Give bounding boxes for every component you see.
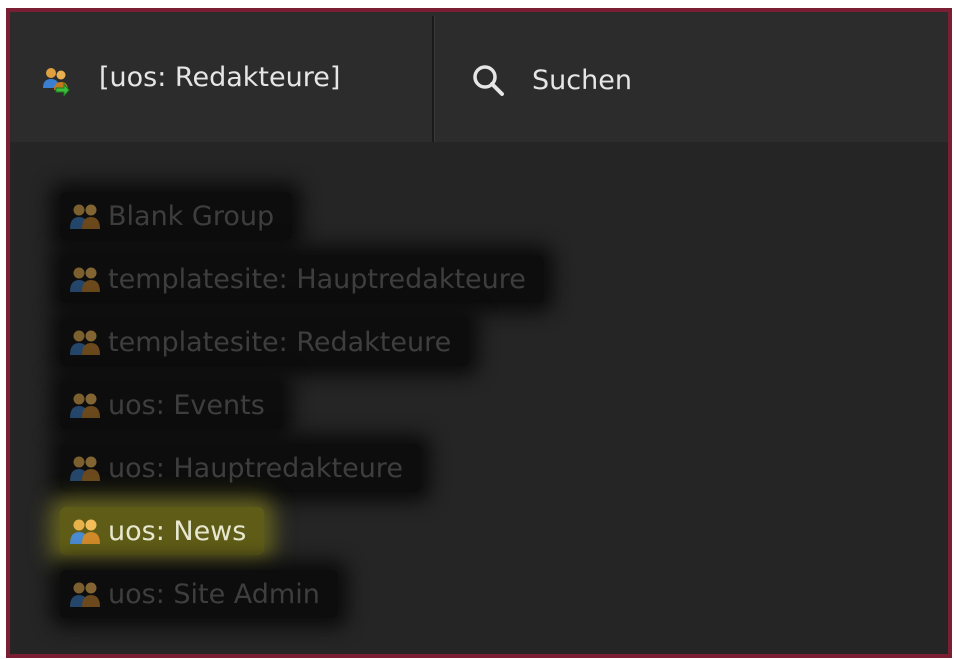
group-icon xyxy=(68,390,102,420)
group-icon xyxy=(68,579,102,609)
group-icon xyxy=(68,516,102,546)
group-switch-icon xyxy=(42,66,70,98)
group-item-templatesite-redakteure[interactable]: templatesite: Redakteure xyxy=(60,318,470,366)
group-item-templatesite-hauptredakteure[interactable]: templatesite: Hauptredakteure xyxy=(60,255,544,303)
group-item-label: uos: Hauptredakteure xyxy=(108,452,403,484)
group-item-label: uos: News xyxy=(108,515,247,547)
group-item-uos-hauptredakteure[interactable]: uos: Hauptredakteure xyxy=(60,444,421,492)
search-icon xyxy=(470,62,506,98)
search-button[interactable]: Suchen xyxy=(470,60,632,100)
group-item-label: Blank Group xyxy=(108,200,275,232)
header-divider xyxy=(432,16,434,142)
group-item-uos-site-admin[interactable]: uos: Site Admin xyxy=(60,570,338,618)
search-label: Suchen xyxy=(532,64,632,96)
group-item-label: templatesite: Hauptredakteure xyxy=(108,263,526,295)
group-item-uos-events[interactable]: uos: Events xyxy=(60,381,283,429)
group-item-label: templatesite: Redakteure xyxy=(108,326,452,358)
group-switch-label: [uos: Redakteure] xyxy=(99,62,341,93)
group-icon xyxy=(68,264,102,294)
group-icon xyxy=(68,453,102,483)
group-item-blank-group[interactable]: Blank Group xyxy=(60,192,293,240)
group-icon xyxy=(68,327,102,357)
group-item-uos-news[interactable]: uos: News xyxy=(60,507,265,555)
group-icon xyxy=(68,201,102,231)
app-frame: [uos: Redakteure] Suchen Blank Group tem xyxy=(6,8,952,658)
group-item-label: uos: Site Admin xyxy=(108,578,320,610)
group-item-label: uos: Events xyxy=(108,389,265,421)
group-switch-button[interactable]: [uos: Redakteure] xyxy=(10,12,432,142)
top-bar: [uos: Redakteure] Suchen xyxy=(10,12,948,142)
